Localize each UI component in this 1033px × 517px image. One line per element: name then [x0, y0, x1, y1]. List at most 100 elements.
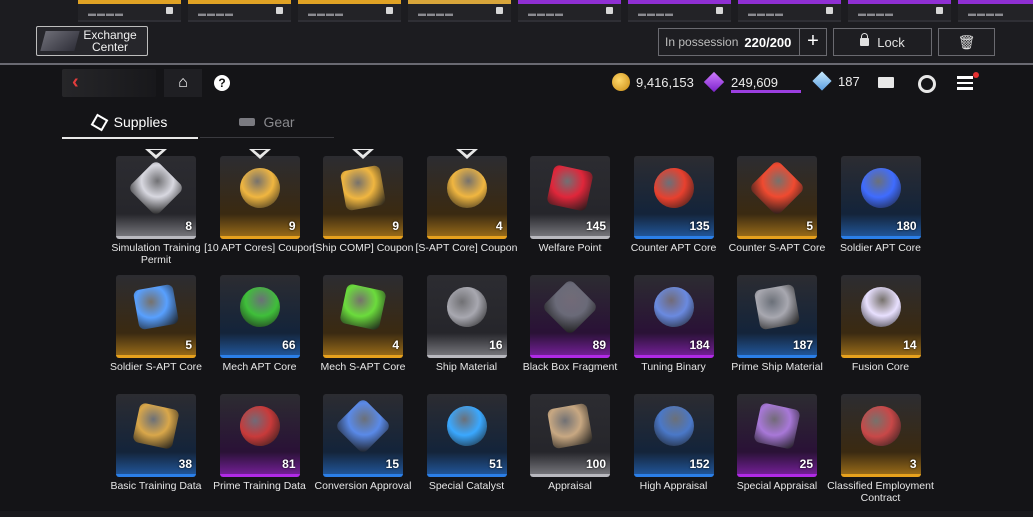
item-icon-frame: 5 [116, 275, 196, 358]
item-icon-frame: 8 [116, 156, 196, 239]
item-count: 152 [689, 457, 710, 471]
item-card[interactable]: 16 Ship Material [415, 269, 519, 384]
white-crystal-icon [852, 278, 909, 336]
menu-icon[interactable] [957, 76, 973, 90]
item-name: Counter APT Core [630, 242, 717, 254]
item-card[interactable]: 25 Special Appraisal [725, 388, 829, 503]
mail-icon[interactable] [878, 77, 894, 88]
chevron-down-icon [145, 149, 167, 159]
home-icon: ⌂ [178, 74, 188, 91]
item-count: 51 [489, 457, 503, 471]
item-card[interactable]: 51 Special Catalyst [415, 388, 519, 503]
item-icon-frame: 14 [840, 275, 921, 358]
lock-button[interactable]: Lock [833, 28, 932, 56]
item-card[interactable]: 180 Soldier APT Core [829, 150, 933, 265]
item-card[interactable]: 184 Tuning Binary [622, 269, 726, 384]
diamond-currency[interactable]: 187 [812, 71, 860, 91]
item-card[interactable]: 38 Basic Training Data [104, 388, 208, 503]
item-card[interactable]: 15 Conversion Approval [311, 388, 415, 503]
possession-box: In possession 220/200 + [658, 28, 827, 56]
item-count: 38 [178, 457, 192, 471]
m-permit-icon [127, 159, 185, 217]
item-icon-frame: 152 [633, 394, 714, 477]
crystal-currency[interactable]: 249,609 [703, 71, 778, 93]
slot-dots: ▬▬▬▬ [638, 9, 674, 18]
item-card[interactable]: 187 Prime Ship Material [725, 269, 829, 384]
slot-rarity-bar [738, 0, 841, 4]
item-card[interactable]: 5 Soldier S-APT Core [104, 269, 208, 384]
item-count: 8 [185, 219, 192, 233]
back-button[interactable]: ‹ [62, 69, 156, 97]
header-bar: ‹ ⌂ ? 9,416,153 249,609 187 [0, 65, 1033, 105]
slot-rarity-bar [298, 0, 401, 4]
item-name: Soldier APT Core [840, 242, 921, 254]
green-star-core-icon [339, 283, 387, 331]
item-card[interactable]: 8 Simulation Training Permit [104, 149, 208, 266]
item-card[interactable]: 100 Appraisal [518, 388, 622, 503]
item-card[interactable]: 9 [Ship COMP] Coupon [311, 149, 415, 265]
expand-capacity-button[interactable]: + [799, 29, 826, 55]
item-count: 16 [489, 338, 503, 352]
inventory-slot-strip[interactable]: ▬▬▬▬ [738, 0, 841, 22]
slot-dots: ▬▬▬▬ [418, 9, 454, 18]
item-count: 4 [392, 338, 399, 352]
inventory-slot-strip[interactable]: ▬▬▬▬ [298, 0, 401, 22]
item-name: Simulation Training Permit [111, 242, 201, 266]
discard-button[interactable]: 🗑 [938, 28, 995, 56]
rarity-glow [323, 214, 403, 236]
item-name: Appraisal [548, 480, 592, 492]
item-count: 145 [585, 219, 606, 233]
lock-label: Lock [877, 34, 905, 50]
possession-value: 220/200 [744, 34, 792, 50]
item-count: 89 [592, 338, 606, 352]
item-card[interactable]: 4 [S-APT Core] Coupon [415, 149, 519, 265]
item-icon-frame: 81 [219, 394, 300, 477]
item-icon-frame: 4 [426, 156, 507, 239]
item-card[interactable]: 152 High Appraisal [622, 388, 726, 503]
settings-gear-icon[interactable] [918, 75, 936, 93]
inventory-slot-strip[interactable]: ▬▬▬▬ [518, 0, 621, 22]
gold-coupon-icon [438, 159, 495, 217]
item-card[interactable]: 145 Welfare Point [518, 150, 622, 265]
item-card[interactable]: 14 Fusion Core [829, 269, 933, 384]
gold-currency[interactable]: 9,416,153 [612, 73, 694, 91]
item-icon-frame: 16 [426, 275, 507, 358]
item-card[interactable]: 4 Mech S-APT Core [311, 269, 415, 384]
inventory-slot-strip[interactable]: ▬▬▬▬ [78, 0, 181, 22]
item-card[interactable]: 66 Mech APT Core [208, 269, 312, 384]
item-name: Classified Employment Contract [827, 480, 934, 504]
exchange-center-button[interactable]: Exchange Center [36, 26, 148, 56]
rarity-glow [840, 452, 921, 474]
item-name: Ship Material [435, 361, 498, 373]
inventory-slot-strip[interactable]: ▬▬▬▬ [188, 0, 291, 22]
inventory-slot-strip[interactable]: ▬▬▬▬ [408, 0, 511, 22]
item-name: Welfare Point [538, 242, 602, 254]
black-box-icon [541, 278, 599, 336]
tab-supplies[interactable]: Supplies [62, 107, 198, 139]
item-card[interactable]: 135 Counter APT Core [622, 150, 726, 265]
item-count: 3 [909, 457, 917, 471]
item-icon-frame: 38 [116, 394, 196, 477]
home-button[interactable]: ⌂ [164, 69, 202, 97]
blue-star-core-icon [132, 283, 180, 331]
possession-label: In possession [665, 35, 739, 49]
item-card[interactable]: 5 Counter S-APT Core [725, 150, 829, 265]
trash-icon: 🗑 [957, 34, 976, 50]
inventory-slot-strip[interactable]: ▬▬▬▬ [958, 0, 1033, 22]
item-card[interactable]: 89 Black Box Fragment [518, 269, 622, 384]
blue-file-icon [645, 397, 702, 455]
green-core-icon [231, 278, 288, 336]
inventory-slot-strip[interactable]: ▬▬▬▬ [628, 0, 731, 22]
chevron-down-icon [352, 149, 374, 159]
back-arrow-icon: ‹ [72, 71, 79, 93]
inventory-slot-strip[interactable]: ▬▬▬▬ [848, 0, 951, 22]
slot-rarity-bar [848, 0, 951, 4]
item-card[interactable]: 9 [10 APT Cores] Coupon [204, 149, 315, 265]
tab-gear[interactable]: Gear [200, 107, 334, 138]
help-button[interactable]: ? [214, 75, 230, 91]
item-card[interactable]: 3 Classified Employment Contract [827, 388, 934, 504]
gold-coupon-icon [339, 164, 387, 212]
item-card[interactable]: 81 Prime Training Data [208, 388, 312, 503]
item-name: Black Box Fragment [522, 361, 618, 373]
slot-rarity-bar [188, 0, 291, 4]
